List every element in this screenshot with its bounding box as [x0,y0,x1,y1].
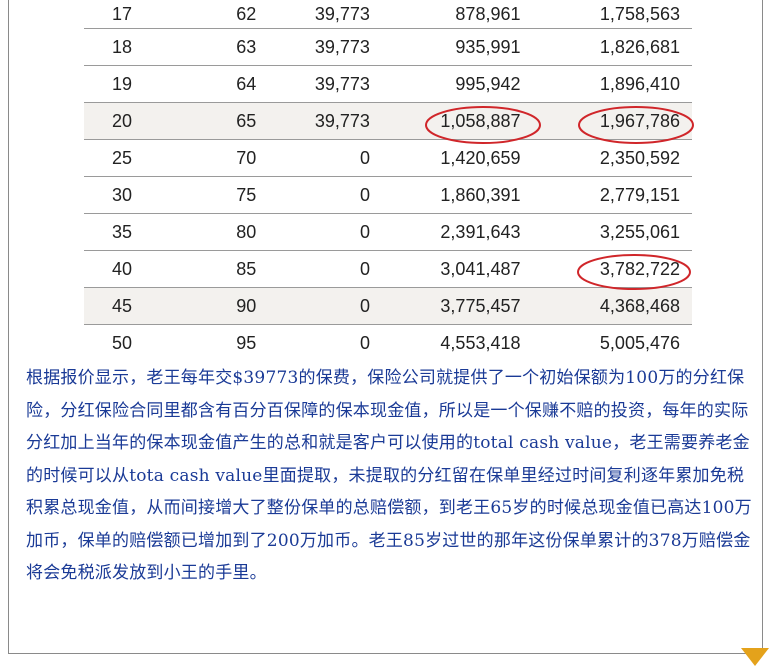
table-row-highlighted: 20 65 39,773 1,058,887 1,967,786 [84,102,692,140]
table-cell-age: 95 [236,332,257,353]
table-cell-cash-value: 4,553,418 [440,332,521,353]
table-cell-year: 30 [84,176,186,214]
table-cell-premium: 39,773 [256,65,370,103]
table-row-shaded: 45 90 0 3,775,457 4,368,468 [84,287,692,325]
table-cell-premium: 39,773 [256,102,370,140]
table-cell-cash-value: 1,420,659 [369,139,521,177]
table-row: 35 80 0 2,391,643 3,255,061 [84,213,692,251]
table-cell-cash-value: 935,991 [369,28,521,66]
table-cell-premium: 0 [256,250,370,288]
table-row: 18 63 39,773 935,991 1,826,681 [84,28,692,66]
table-cell-age: 75 [185,176,257,214]
table-cell-premium: 0 [359,332,370,353]
table-row: 25 70 0 1,420,659 2,350,592 [84,139,692,177]
table-cell-death-benefit: 1,896,410 [520,65,692,103]
table-cell-death-benefit: 2,350,592 [520,139,692,177]
table-cell-death-benefit: 1,967,786 [520,102,692,140]
table-cell-age: 65 [185,102,257,140]
policy-value-table: 17 62 39,773 878,961 1,758,563 18 63 39,… [84,0,692,361]
table-cell-death-benefit: 3,255,061 [520,213,692,251]
table-cell-death-benefit: 5,005,476 [599,332,680,353]
table-cell-premium: 39,773 [256,0,370,29]
table-cell-cash-value: 2,391,643 [369,213,521,251]
table-cell-age: 70 [185,139,257,177]
table-cell-premium: 0 [256,213,370,251]
table-cell-cash-value: 878,961 [369,0,521,29]
table-row: 30 75 0 1,860,391 2,779,151 [84,176,692,214]
scroll-indicator-triangle-icon [741,648,769,666]
table-cell-age: 63 [185,28,257,66]
table-cell-age: 62 [185,0,257,29]
table-cell-cash-value: 1,058,887 [369,102,521,140]
table-cell-year: 45 [84,287,186,325]
table-cell-year: 50 [112,332,133,353]
table-row: 50 95 0 4,553,418 5,005,476 [84,325,692,362]
table-cell-year: 40 [84,250,186,288]
table-cell-cash-value: 3,775,457 [369,287,521,325]
table-cell-premium: 0 [256,287,370,325]
table-cell-death-benefit: 1,826,681 [520,28,692,66]
table-cell-year: 17 [84,0,186,29]
table-cell-death-benefit: 3,782,722 [520,250,692,288]
table-cell-cash-value: 995,942 [369,65,521,103]
table-cell-cash-value: 3,041,487 [369,250,521,288]
explanation-paragraph: 根据报价显示，老王每年交$39773的保费，保险公司就提供了一个初始保额为100… [26,368,752,583]
table-cell-age: 64 [185,65,257,103]
table-row: 19 64 39,773 995,942 1,896,410 [84,65,692,103]
table-row: 17 62 39,773 878,961 1,758,563 [84,0,692,29]
table-cell-premium: 0 [256,139,370,177]
table-row: 40 85 0 3,041,487 3,782,722 [84,250,692,288]
table-cell-premium: 0 [256,176,370,214]
table-cell-age: 85 [185,250,257,288]
table-cell-year: 20 [84,102,186,140]
table-cell-year: 19 [84,65,186,103]
table-cell-death-benefit: 2,779,151 [520,176,692,214]
table-cell-death-benefit: 1,758,563 [520,0,692,29]
table-cell-year: 35 [84,213,186,251]
table-cell-year: 25 [84,139,186,177]
table-cell-premium: 39,773 [256,28,370,66]
table-cell-cash-value: 1,860,391 [369,176,521,214]
table-cell-death-benefit: 4,368,468 [520,287,692,325]
table-cell-age: 80 [185,213,257,251]
table-cell-age: 90 [185,287,257,325]
table-cell-year: 18 [84,28,186,66]
